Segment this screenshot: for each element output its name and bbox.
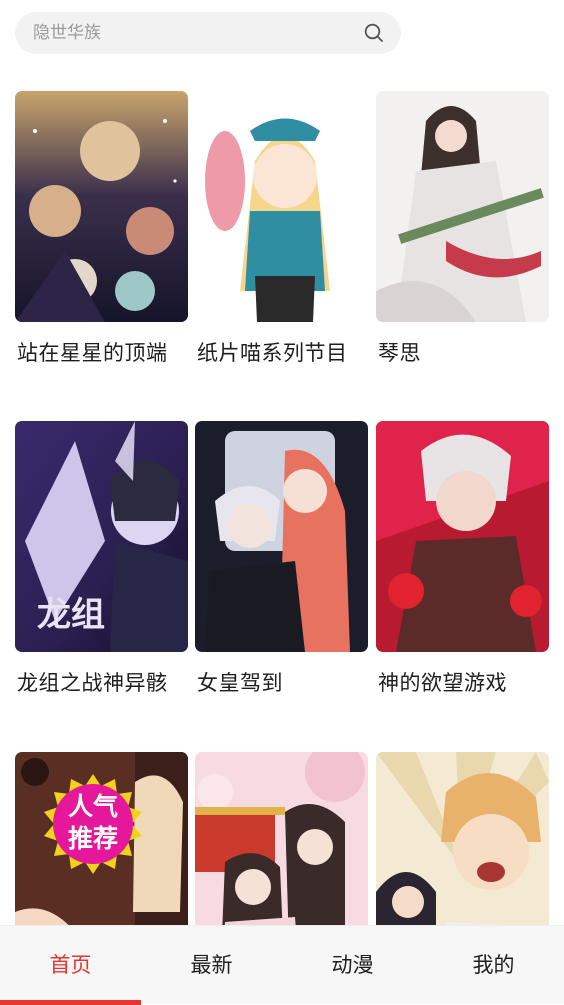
comic-title[interactable]: 琴思 <box>378 337 564 367</box>
tab-label: 首页 <box>49 953 92 977</box>
tab-label: 我的 <box>472 953 515 977</box>
comic-title[interactable]: 纸片喵系列节目 <box>197 337 387 367</box>
comic-cover[interactable] <box>376 421 549 652</box>
bottom-tab-bar: 首页 最新 动漫 我的 <box>0 925 564 1005</box>
tab-label: 动漫 <box>331 953 374 977</box>
comic-cover[interactable] <box>195 421 368 652</box>
tab-mine[interactable]: 我的 <box>423 926 564 1005</box>
comic-title[interactable]: 龙组之战神异骸 <box>17 667 207 697</box>
active-tab-indicator <box>0 1000 141 1005</box>
comic-title[interactable]: 神的欲望游戏 <box>378 667 564 697</box>
tab-home[interactable]: 首页 <box>0 926 141 1005</box>
comic-title[interactable]: 女皇驾到 <box>197 667 387 697</box>
search-icon[interactable] <box>364 23 384 43</box>
comic-cover[interactable] <box>195 91 368 322</box>
comic-cover[interactable] <box>376 91 549 322</box>
badge-line-2: 推荐 <box>67 824 118 853</box>
svg-text:龙组: 龙组 <box>37 595 105 635</box>
popular-badge: 人气 推荐 <box>43 774 143 874</box>
tab-anime[interactable]: 动漫 <box>282 926 423 1005</box>
tab-latest[interactable]: 最新 <box>141 926 282 1005</box>
comic-cover[interactable] <box>15 91 188 322</box>
search-input[interactable] <box>33 12 353 54</box>
tab-label: 最新 <box>190 953 233 977</box>
search-bar[interactable] <box>15 12 401 54</box>
badge-line-1: 人气 <box>67 792 118 821</box>
comic-title[interactable]: 站在星星的顶端 <box>17 337 207 367</box>
comic-cover[interactable]: 龙组 <box>15 421 188 652</box>
